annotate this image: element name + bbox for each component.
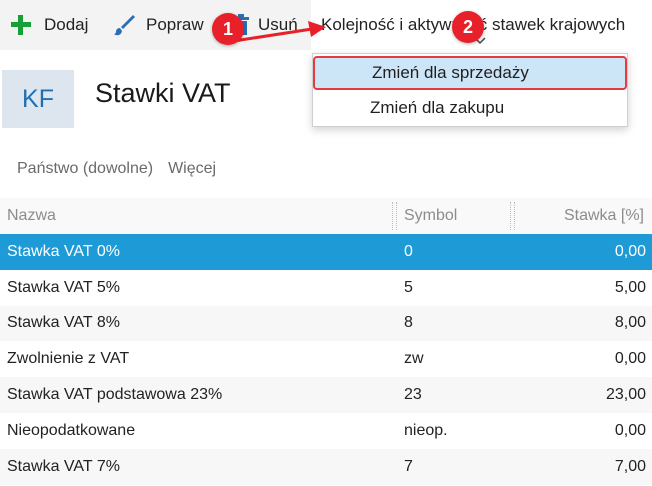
table-row[interactable]: Stawka VAT 5% 5 5,00 — [0, 270, 652, 306]
cell-symbol: zw — [404, 350, 424, 368]
page-title: Stawki VAT — [95, 78, 231, 108]
table-row[interactable]: Stawka VAT 0% 0 0,00 — [0, 234, 652, 270]
table-row[interactable]: Stawka VAT 8% 8 8,00 — [0, 305, 652, 342]
cell-name: Stawka VAT podstawowa 23% — [7, 386, 223, 404]
table-header: Nazwa Symbol Stawka [%] — [0, 198, 652, 234]
brush-icon — [112, 13, 136, 37]
menu-item-change-for-purchases[interactable]: Zmień dla zakupu — [313, 91, 627, 125]
cell-name: Stawka VAT 5% — [7, 278, 120, 296]
table-row[interactable]: Zwolnienie z VAT zw 0,00 — [0, 341, 652, 377]
plus-icon — [10, 14, 32, 36]
cell-rate: 8,00 — [614, 314, 646, 332]
edit-label: Popraw — [146, 15, 204, 34]
column-header-symbol[interactable]: Symbol — [404, 198, 457, 234]
table-row[interactable]: Nieopodatkowane nieop. 0,00 — [0, 413, 652, 449]
cell-rate: 0,00 — [614, 242, 646, 260]
callout-badge-2: 2 — [452, 11, 484, 43]
add-button[interactable]: Dodaj — [10, 0, 88, 50]
table-row[interactable]: Stawka VAT 7% 7 7,00 — [0, 448, 652, 485]
module-badge: KF — [2, 70, 74, 128]
cell-symbol: 23 — [404, 386, 422, 404]
cell-name: Zwolnienie z VAT — [7, 350, 130, 368]
add-label: Dodaj — [44, 15, 89, 34]
cell-name: Nieopodatkowane — [7, 421, 136, 439]
table-row[interactable]: Stawka VAT podstawowa 23% 23 23,00 — [0, 377, 652, 413]
cell-rate: 5,00 — [614, 278, 646, 296]
column-resize-handle[interactable] — [392, 202, 397, 230]
cell-symbol: nieop. — [404, 421, 448, 439]
callout-badge-1: 1 — [212, 13, 244, 45]
cell-rate: 0,00 — [614, 421, 646, 439]
cell-name: Stawka VAT 8% — [7, 314, 120, 332]
more-filters-link[interactable]: Więcej — [168, 160, 216, 178]
column-resize-handle[interactable] — [510, 202, 515, 230]
column-header-rate[interactable]: Stawka [%] — [564, 198, 644, 234]
cell-name: Stawka VAT 7% — [7, 457, 120, 475]
column-header-name[interactable]: Nazwa — [7, 198, 56, 234]
filter-bar: Państwo (dowolne) Więcej — [17, 160, 216, 178]
order-dropdown-menu: Zmień dla sprzedaży Zmień dla zakupu — [312, 53, 628, 127]
cell-symbol: 8 — [404, 314, 413, 332]
cell-rate: 0,00 — [614, 350, 646, 368]
cell-rate: 7,00 — [614, 457, 646, 475]
cell-rate: 23,00 — [605, 386, 646, 404]
cell-symbol: 0 — [404, 242, 413, 260]
edit-button[interactable]: Popraw — [112, 0, 204, 50]
cell-symbol: 7 — [404, 457, 413, 475]
vat-rates-table: Nazwa Symbol Stawka [%] Stawka VAT 0% 0 … — [0, 198, 652, 485]
cell-name: Stawka VAT 0% — [7, 242, 120, 260]
menu-item-change-for-sales[interactable]: Zmień dla sprzedaży — [313, 56, 627, 90]
cell-symbol: 5 — [404, 278, 413, 296]
country-filter[interactable]: Państwo (dowolne) — [17, 160, 153, 178]
callout-arrow — [233, 21, 326, 43]
